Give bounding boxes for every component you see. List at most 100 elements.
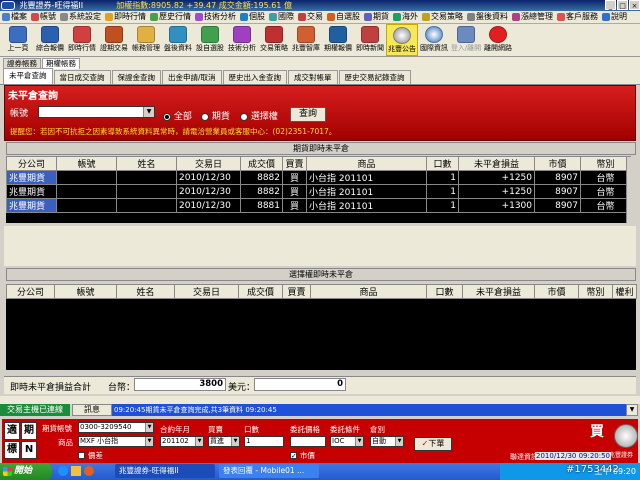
- minimize-icon[interactable]: _: [605, 0, 616, 10]
- col-header[interactable]: 成交價: [240, 156, 283, 171]
- tab-statement[interactable]: 成交對帳單: [288, 70, 338, 84]
- spread-checkbox[interactable]: [78, 452, 85, 459]
- menu-item[interactable]: 國際: [267, 11, 296, 23]
- chevron-down-icon[interactable]: ▼: [145, 423, 153, 432]
- menu-item[interactable]: 期貨: [362, 11, 391, 23]
- menu-item[interactable]: 交易策略: [420, 11, 465, 23]
- toolbar-realtime-button[interactable]: 即時行情: [66, 24, 98, 56]
- radio-futures[interactable]: [201, 112, 209, 121]
- menu-item[interactable]: 漲總管理: [510, 11, 555, 23]
- col-header[interactable]: 成交價: [238, 284, 283, 299]
- price-field[interactable]: [290, 436, 326, 447]
- toolbar-technical-button[interactable]: 技術分析: [226, 24, 258, 56]
- chevron-down-icon[interactable]: ▼: [626, 404, 638, 416]
- table-row[interactable]: 兆豐期貨 2010/12/30 8882 買 小台指 201101 1 +125…: [6, 184, 631, 199]
- toolbar-disconnect-button[interactable]: 離開網路: [482, 24, 514, 56]
- col-header[interactable]: 未平倉損益: [462, 284, 535, 299]
- chevron-down-icon[interactable]: ▼: [145, 437, 153, 446]
- folder-icon[interactable]: [71, 466, 81, 476]
- product-field[interactable]: MXF 小台指 ▼: [78, 436, 154, 447]
- menu-item[interactable]: 個股: [238, 11, 267, 23]
- chevron-down-icon[interactable]: ▼: [143, 107, 154, 117]
- start-button[interactable]: 開始: [0, 463, 52, 480]
- toolbar-news-button[interactable]: 即時新聞: [354, 24, 386, 56]
- menu-item[interactable]: 海外: [391, 11, 420, 23]
- col-header[interactable]: 買賣: [282, 156, 307, 171]
- toolbar-strategy-button[interactable]: 交易策略: [258, 24, 290, 56]
- futures-scrollbar[interactable]: [626, 157, 636, 223]
- col-header[interactable]: 交易日: [176, 156, 241, 171]
- toolbar-watchlist-button[interactable]: 設自選股: [194, 24, 226, 56]
- radio-all-group[interactable]: 全部: [163, 109, 192, 122]
- menu-item[interactable]: 自選股: [325, 11, 362, 23]
- market-check-group[interactable]: 市價: [290, 450, 315, 461]
- toolbar-thinktank-button[interactable]: 兆豐智庫: [290, 24, 322, 56]
- account-field[interactable]: 0300-3209540 ▼: [78, 422, 154, 433]
- toolbar-afterhours-button[interactable]: 盤後資料: [162, 24, 194, 56]
- col-header[interactable]: 帳號: [54, 284, 117, 299]
- radio-futures-group[interactable]: 期貨: [201, 109, 230, 122]
- chevron-down-icon[interactable]: ▼: [231, 437, 239, 446]
- col-header[interactable]: 市價: [534, 284, 579, 299]
- market-checkbox[interactable]: [290, 452, 297, 459]
- tab-fund-history[interactable]: 歷史出入金查詢: [222, 70, 288, 84]
- qty-field[interactable]: 1: [244, 436, 284, 447]
- toolbar-options-button[interactable]: 期權報價: [322, 24, 354, 56]
- quick-order-button[interactable]: 適: [4, 422, 20, 440]
- radio-all[interactable]: [163, 112, 171, 121]
- col-header[interactable]: 口數: [426, 284, 463, 299]
- col-header[interactable]: 交易日: [174, 284, 239, 299]
- query-button[interactable]: 查詢: [290, 107, 326, 122]
- account-select[interactable]: ▼: [38, 106, 155, 118]
- menu-item[interactable]: 系統設定: [58, 11, 103, 23]
- col-header[interactable]: 幣別: [580, 156, 631, 171]
- menu-item[interactable]: 盤後資料: [465, 11, 510, 23]
- mark-button[interactable]: 標: [4, 441, 20, 459]
- toolbar-back-button[interactable]: 上一頁: [2, 24, 34, 56]
- browser-icon[interactable]: [84, 466, 94, 476]
- menu-item[interactable]: 說明: [600, 11, 629, 23]
- col-header[interactable]: 未平倉損益: [458, 156, 535, 171]
- chevron-down-icon[interactable]: ▼: [195, 437, 203, 446]
- tab-open-position[interactable]: 未平倉查詢: [3, 68, 53, 84]
- task-app[interactable]: 兆豐證券-旺得福II: [115, 464, 215, 478]
- menu-item[interactable]: 即時行情: [103, 11, 148, 23]
- menu-item[interactable]: 帳號: [29, 11, 58, 23]
- tab-withdraw[interactable]: 出金申請/取消: [162, 70, 222, 84]
- radio-options-group[interactable]: 選擇權: [240, 109, 278, 122]
- toolbar-login-button[interactable]: 登入/離開: [450, 24, 482, 56]
- tab-trade-history[interactable]: 歷史交易記錄查詢: [338, 70, 411, 84]
- menu-item[interactable]: 客戶服務: [555, 11, 600, 23]
- radio-options[interactable]: [240, 112, 248, 121]
- toolbar-account-button[interactable]: 帳務管理: [130, 24, 162, 56]
- ie-icon[interactable]: [58, 466, 68, 476]
- col-header[interactable]: 商品: [310, 284, 427, 299]
- col-header[interactable]: 幣別: [578, 284, 613, 299]
- chevron-down-icon[interactable]: ▼: [395, 437, 403, 446]
- col-header[interactable]: 分公司: [6, 284, 55, 299]
- col-header[interactable]: 權利: [612, 284, 637, 299]
- col-header[interactable]: 口數: [426, 156, 459, 171]
- condition-field[interactable]: IOC ▼: [330, 436, 364, 447]
- col-header[interactable]: 商品: [306, 156, 427, 171]
- col-header[interactable]: 市價: [534, 156, 581, 171]
- tab-margin[interactable]: 保證金查詢: [111, 70, 161, 84]
- chevron-down-icon[interactable]: ▼: [355, 437, 363, 446]
- toolbar-announce-button[interactable]: 兆豐公告: [386, 24, 418, 56]
- submit-order-button[interactable]: ✓下單: [414, 437, 452, 451]
- task-browser[interactable]: 發表回覆 - Mobile01 ...: [219, 464, 319, 478]
- col-header[interactable]: 帳號: [56, 156, 117, 171]
- col-header[interactable]: 分公司: [6, 156, 57, 171]
- col-header[interactable]: 姓名: [116, 156, 177, 171]
- period-button[interactable]: 期: [21, 422, 37, 440]
- toolbar-quote-button[interactable]: 綜合報價: [34, 24, 66, 56]
- toolbar-intl-button[interactable]: 國際資訊: [418, 24, 450, 56]
- menu-item[interactable]: 技術分析: [193, 11, 238, 23]
- side-field[interactable]: 買進 ▼: [208, 436, 240, 447]
- menu-item[interactable]: 檔案: [0, 11, 29, 23]
- menu-item[interactable]: 歷史行情: [148, 11, 193, 23]
- table-row[interactable]: 兆豐期貨 2010/12/30 8881 買 小台指 201101 1 +130…: [6, 198, 631, 213]
- table-row[interactable]: 兆豐期貨 2010/12/30 8882 買 小台指 201101 1 +125…: [6, 170, 631, 185]
- contract-field[interactable]: 201102 ▼: [160, 436, 204, 447]
- toolbar-trade-button[interactable]: 證期交易: [98, 24, 130, 56]
